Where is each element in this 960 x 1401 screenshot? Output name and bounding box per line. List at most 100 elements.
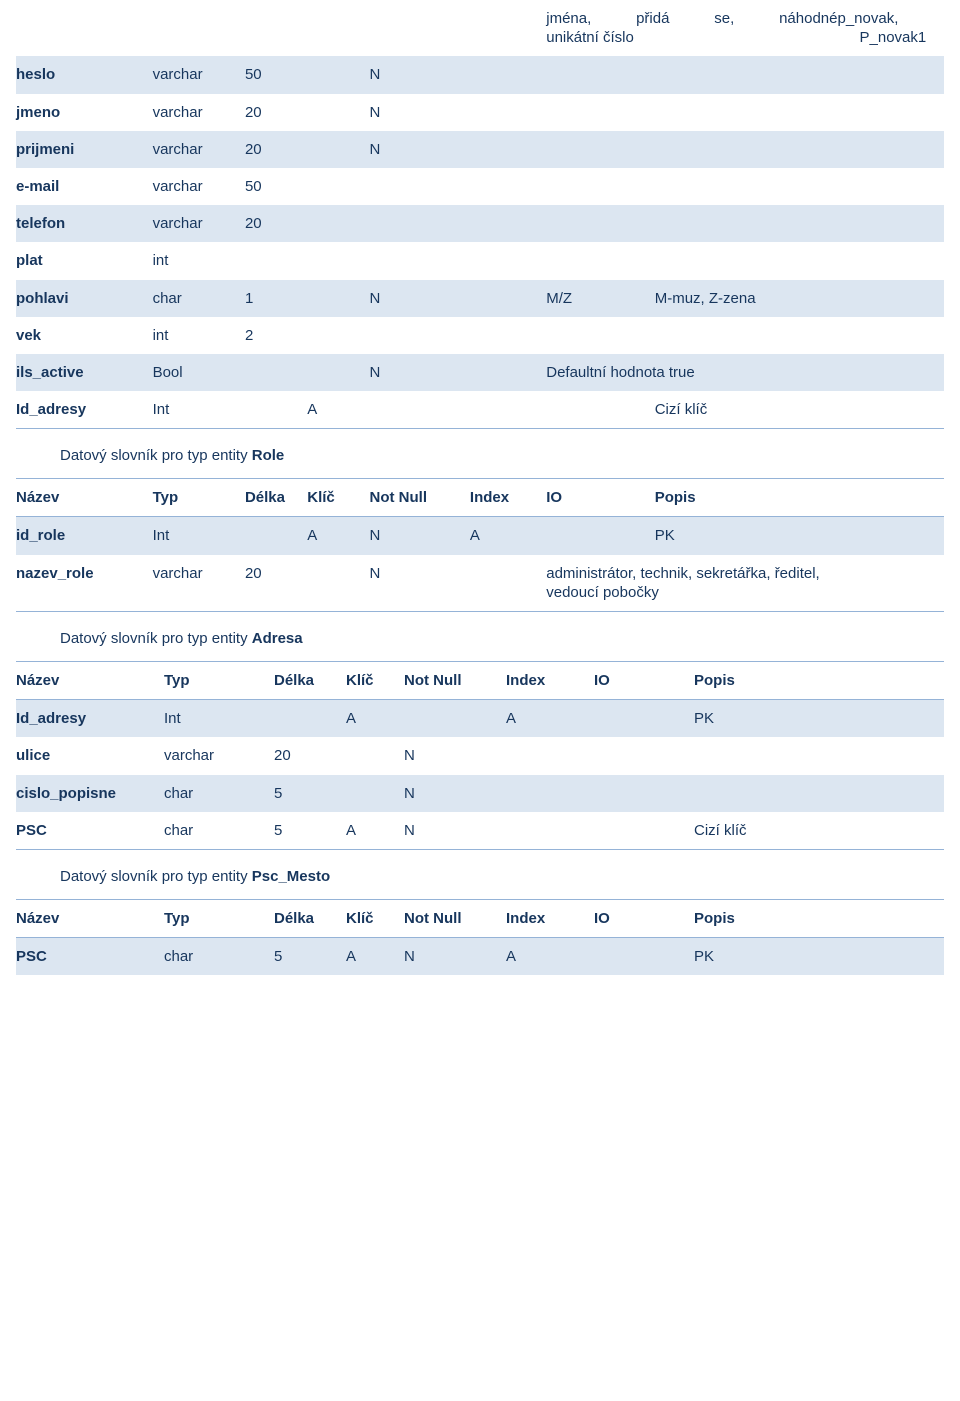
table-row: cislo_popisne char 5 N [16,774,944,812]
header-index: Index [469,479,547,517]
caption-role: Datový slovník pro typ entity Role [16,429,944,478]
table-row: Id_adresy Int A Cizí klíč [16,391,944,429]
cell-io [594,700,694,738]
header-notnull: Not Null [404,662,506,700]
cell-type: varchar [152,56,245,94]
header-type: Typ [152,479,245,517]
cell-desc: M-muz, Z-zena [654,279,944,317]
cell-name: plat [16,242,153,280]
table-header-row: Název Typ Délka Klíč Not Null Index IO P… [16,479,944,517]
cell-key [307,0,370,57]
cell-index: A [469,517,547,555]
header-desc: Popis [654,479,944,517]
cell-notnull [404,700,506,738]
cell-io: Defaultní hodnota true [546,353,944,392]
cell-key [307,316,370,354]
cell-type [152,0,245,57]
cell-index [469,391,547,429]
cell-type: int [152,242,245,280]
cell-key [307,56,370,94]
cell-length: 2 [244,316,308,354]
cell-notnull [369,391,470,429]
cell-key: A [346,811,404,849]
cell-name: ulice [16,737,164,775]
cell-length: 20 [244,130,308,168]
cell-io [546,56,655,94]
cell-key: A [307,517,370,555]
cell-length [274,700,346,738]
table-header-row: Název Typ Délka Klíč Not Null Index IO P… [16,899,944,938]
header-io: IO [594,662,694,700]
cell-notnull: N [369,517,470,555]
cell-notnull [369,205,470,243]
cell-notnull: N [369,353,470,392]
cell-type: char [152,279,245,317]
cell-desc-line2: P_novak1 [859,29,927,47]
cell-type: int [152,316,245,354]
cell-type: char [164,811,274,849]
caption-role-prefix: Datový slovník pro typ entity [60,447,252,465]
cell-name: PSC [16,811,164,849]
cell-name: ils_active [16,353,153,392]
cell-type: varchar [152,167,245,206]
header-length: Délka [244,479,308,517]
table-header-row: Název Typ Délka Klíč Not Null Index IO P… [16,662,944,700]
cell-key: A [346,938,404,976]
cell-key [307,279,370,317]
cell-index [469,0,547,57]
caption-adresa-entity: Adresa [251,630,303,647]
cell-length: 1 [244,279,308,317]
cell-index [469,242,547,280]
table-row: pohlavi char 1 N M/Z M-muz, Z-zena [16,279,944,317]
cell-desc [654,56,944,94]
cell-type: varchar [152,93,245,131]
table-role-body: id_role Int A N A PK nazev_role varchar … [16,517,944,611]
cell-key [307,242,370,280]
cell-length: 20 [244,554,308,611]
cell-desc [654,93,944,131]
cell-length: 50 [244,56,308,94]
cell-io [546,130,655,168]
cell-index [506,774,594,812]
cell-type: Int [152,517,245,555]
cell-key [307,554,370,611]
cell-notnull: N [404,938,506,976]
caption-psc-mesto-entity: Psc_Mesto [251,867,331,885]
table-adresa-header: Název Typ Délka Klíč Not Null Index IO P… [16,662,944,700]
cell-length: 5 [274,938,346,976]
table-row: id_role Int A N A PK [16,517,944,555]
table-row: ils_active Bool N Defaultní hodnota true [16,353,944,392]
cell-name: jmeno [16,93,153,131]
cell-index [469,205,547,243]
header-type: Typ [164,899,274,938]
table-row: e-mail varchar 50 [16,167,944,206]
cell-notnull: N [369,279,470,317]
header-index: Index [506,662,594,700]
cell-length [244,353,308,392]
header-key: Klíč [346,899,404,938]
cell-type: Int [152,391,245,429]
cell-desc [694,774,944,812]
table-row: ulice varchar 20 N [16,737,944,775]
table-row: PSC char 5 A N A PK [16,938,944,976]
cell-notnull: N [404,737,506,775]
cell-key [346,737,404,775]
header-io: IO [546,479,655,517]
document-page: jména, přidá se, náhodné unikátní číslo … [0,0,960,1401]
cell-name: nazev_role [16,554,153,611]
cell-type: char [164,938,274,976]
cell-desc: p_novak, P_novak1 [837,0,944,57]
cell-io: administrátor, technik, sekretářka, ředi… [546,554,944,611]
cell-length: 50 [244,167,308,206]
cell-key: A [346,700,404,738]
cell-desc-line1: p_novak, [837,10,899,27]
cell-notnull: N [369,56,470,94]
header-desc: Popis [694,899,944,938]
cell-io [546,242,655,280]
header-key: Klíč [346,662,404,700]
cell-name [16,0,153,57]
table-adresa-body: Id_adresy Int A A PK ulice varchar 20 N … [16,700,944,849]
cell-notnull [369,242,470,280]
cell-desc [694,737,944,775]
cell-desc [654,167,944,206]
